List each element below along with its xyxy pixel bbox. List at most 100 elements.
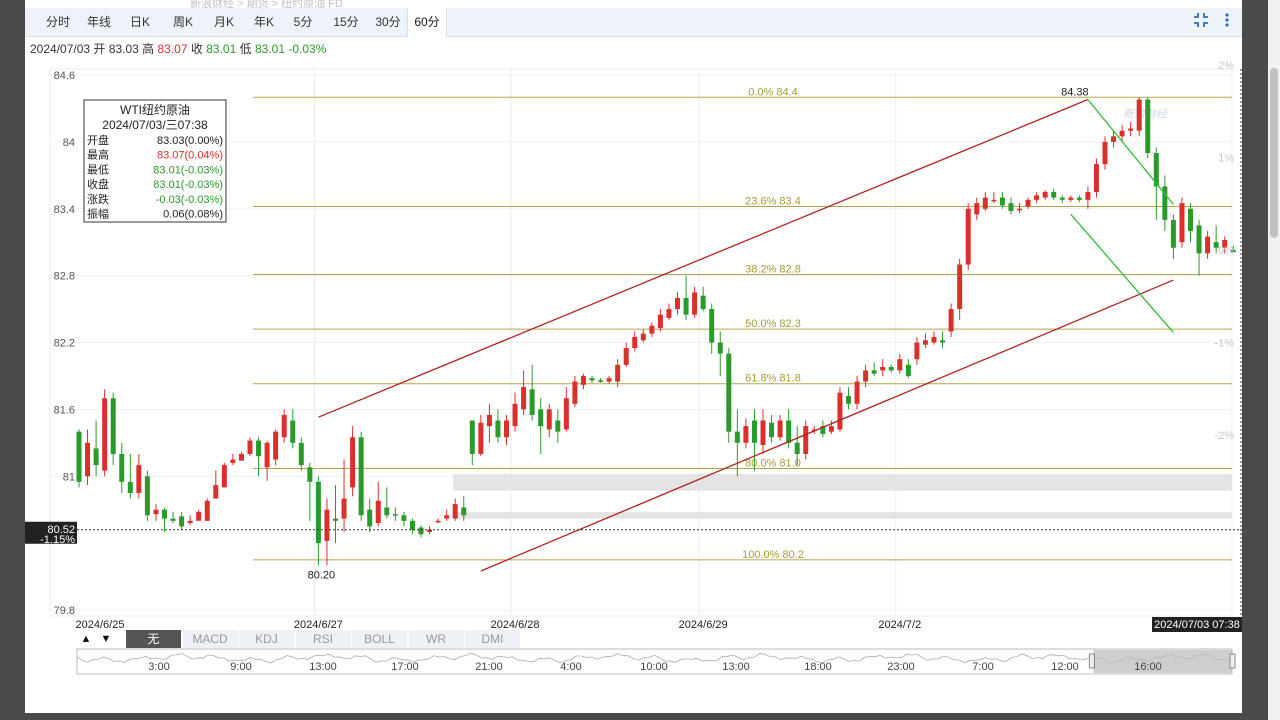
x-tick-0: 2024/6/25 bbox=[76, 619, 125, 631]
candle-body-82 bbox=[777, 420, 783, 438]
candle-body-77 bbox=[734, 431, 740, 443]
candle-body-10 bbox=[162, 509, 167, 519]
info-row-value-0: 83.03(0.00%) bbox=[157, 135, 223, 147]
candle-body-106 bbox=[982, 197, 988, 209]
candle-body-9 bbox=[153, 509, 159, 515]
candle-body-47 bbox=[478, 422, 484, 454]
candle-body-130 bbox=[1188, 208, 1193, 232]
candle-body-31 bbox=[341, 498, 347, 519]
candle-body-113 bbox=[1042, 192, 1048, 198]
info-row-value-3: 83.01(-0.03%) bbox=[153, 179, 223, 191]
candle-body-114 bbox=[1051, 192, 1057, 198]
scrollbar-thumb[interactable] bbox=[1270, 68, 1278, 238]
price-readout-pct: -1.15% bbox=[40, 534, 75, 546]
navigator-label-0: 3:00 bbox=[148, 661, 169, 673]
pct-tick-4: 0% bbox=[1218, 245, 1234, 257]
candle-body-73 bbox=[700, 295, 706, 310]
candle-body-60 bbox=[589, 378, 595, 381]
candle-body-111 bbox=[1025, 199, 1031, 207]
candle-body-101 bbox=[940, 340, 946, 343]
candle-body-4 bbox=[110, 398, 116, 454]
candle-body-14 bbox=[196, 511, 202, 521]
candle-body-68 bbox=[657, 314, 663, 329]
y-tick-4: 82.2 bbox=[54, 338, 75, 350]
navigator-label-4: 21:00 bbox=[475, 661, 503, 673]
candle-body-91 bbox=[854, 381, 860, 404]
candle-body-24 bbox=[281, 414, 287, 438]
candle-body-95 bbox=[888, 367, 894, 371]
fib-label-3: 50.0% 82.3 bbox=[745, 318, 801, 330]
candle-body-75 bbox=[717, 342, 723, 354]
candle-body-112 bbox=[1034, 195, 1040, 200]
price-annotation-0: 84.38 bbox=[1061, 87, 1089, 99]
candle-body-99 bbox=[922, 340, 928, 345]
price-chart[interactable]: 0.0% 84.4 23.6% 83.4 38.2% 82.8 50.0% 82.3 6… bbox=[0, 0, 1268, 720]
candle-body-122 bbox=[1119, 130, 1125, 137]
candle-body-45 bbox=[461, 507, 467, 516]
candle-body-13 bbox=[187, 520, 193, 524]
navigator-handle-right[interactable] bbox=[1229, 653, 1236, 669]
y-tick-2: 83.4 bbox=[54, 204, 75, 216]
candle-body-25 bbox=[290, 420, 296, 443]
candle-body-98 bbox=[914, 342, 920, 360]
candle-body-62 bbox=[606, 378, 612, 382]
navigator-label-8: 18:00 bbox=[804, 661, 832, 673]
candle-body-109 bbox=[1008, 203, 1014, 211]
candle-body-29 bbox=[324, 509, 330, 541]
candle-body-35 bbox=[375, 500, 381, 524]
candle-body-22 bbox=[264, 442, 270, 468]
candle-body-36 bbox=[384, 507, 390, 516]
candle-body-81 bbox=[769, 422, 775, 438]
support-band-1 bbox=[453, 474, 1232, 491]
info-row-label-0: 开盘 bbox=[87, 133, 109, 147]
candle-body-74 bbox=[709, 309, 715, 343]
info-row-label-3: 收盘 bbox=[87, 177, 109, 191]
candle-body-50 bbox=[504, 420, 509, 438]
candle-body-89 bbox=[837, 392, 843, 430]
candle-body-102 bbox=[948, 309, 954, 332]
candle-body-79 bbox=[751, 420, 757, 443]
candle-body-17 bbox=[221, 465, 227, 488]
time-readout: 2024/07/03 07:38 bbox=[1154, 619, 1240, 631]
x-tick-2: 2024/6/28 bbox=[491, 619, 540, 631]
candle-body-44 bbox=[452, 504, 458, 519]
candle-body-129 bbox=[1179, 203, 1185, 243]
navigator-label-11: 12:00 bbox=[1051, 661, 1079, 673]
fib-label-1: 23.6% 83.4 bbox=[745, 196, 801, 208]
candle-body-63 bbox=[615, 364, 621, 382]
y-tick-0: 84.6 bbox=[54, 70, 75, 82]
candle-body-119 bbox=[1093, 164, 1099, 193]
candle-body-37 bbox=[392, 514, 398, 516]
navigator-handle-left[interactable] bbox=[1088, 653, 1095, 669]
candle-body-48 bbox=[486, 414, 492, 427]
candle-body-117 bbox=[1076, 197, 1082, 200]
info-row-label-5: 振幅 bbox=[87, 207, 109, 221]
fib-label-4: 61.8% 81.8 bbox=[745, 373, 801, 385]
candle-body-54 bbox=[538, 409, 544, 427]
candle-body-43 bbox=[444, 515, 450, 519]
candle-body-11 bbox=[170, 518, 176, 521]
candle-body-104 bbox=[965, 208, 971, 265]
candle-body-72 bbox=[692, 292, 698, 315]
candle-body-85 bbox=[803, 426, 809, 454]
pct-tick-6: -2% bbox=[1214, 430, 1234, 442]
navigator-label-10: 7:00 bbox=[972, 661, 993, 673]
candle-body-93 bbox=[871, 370, 877, 374]
candle-body-59 bbox=[580, 375, 586, 385]
candle-body-123 bbox=[1128, 128, 1134, 131]
x-tick-1: 2024/6/27 bbox=[294, 619, 343, 631]
candle-body-34 bbox=[367, 509, 373, 527]
navigator-selection[interactable] bbox=[1093, 650, 1232, 673]
candle-body-57 bbox=[563, 398, 569, 430]
candle-body-61 bbox=[598, 380, 604, 382]
info-box-datetime: 2024/07/03/三07:38 bbox=[102, 118, 208, 132]
candle-body-33 bbox=[358, 437, 364, 516]
pct-tick-3: 1% bbox=[1218, 152, 1234, 164]
candle-body-108 bbox=[999, 197, 1005, 206]
navigator-label-7: 13:00 bbox=[722, 661, 750, 673]
candle-body-20 bbox=[247, 440, 253, 454]
candle-body-1 bbox=[85, 442, 91, 477]
candle-body-105 bbox=[974, 203, 980, 215]
candle-body-84 bbox=[794, 442, 800, 454]
candle-body-7 bbox=[136, 465, 142, 493]
